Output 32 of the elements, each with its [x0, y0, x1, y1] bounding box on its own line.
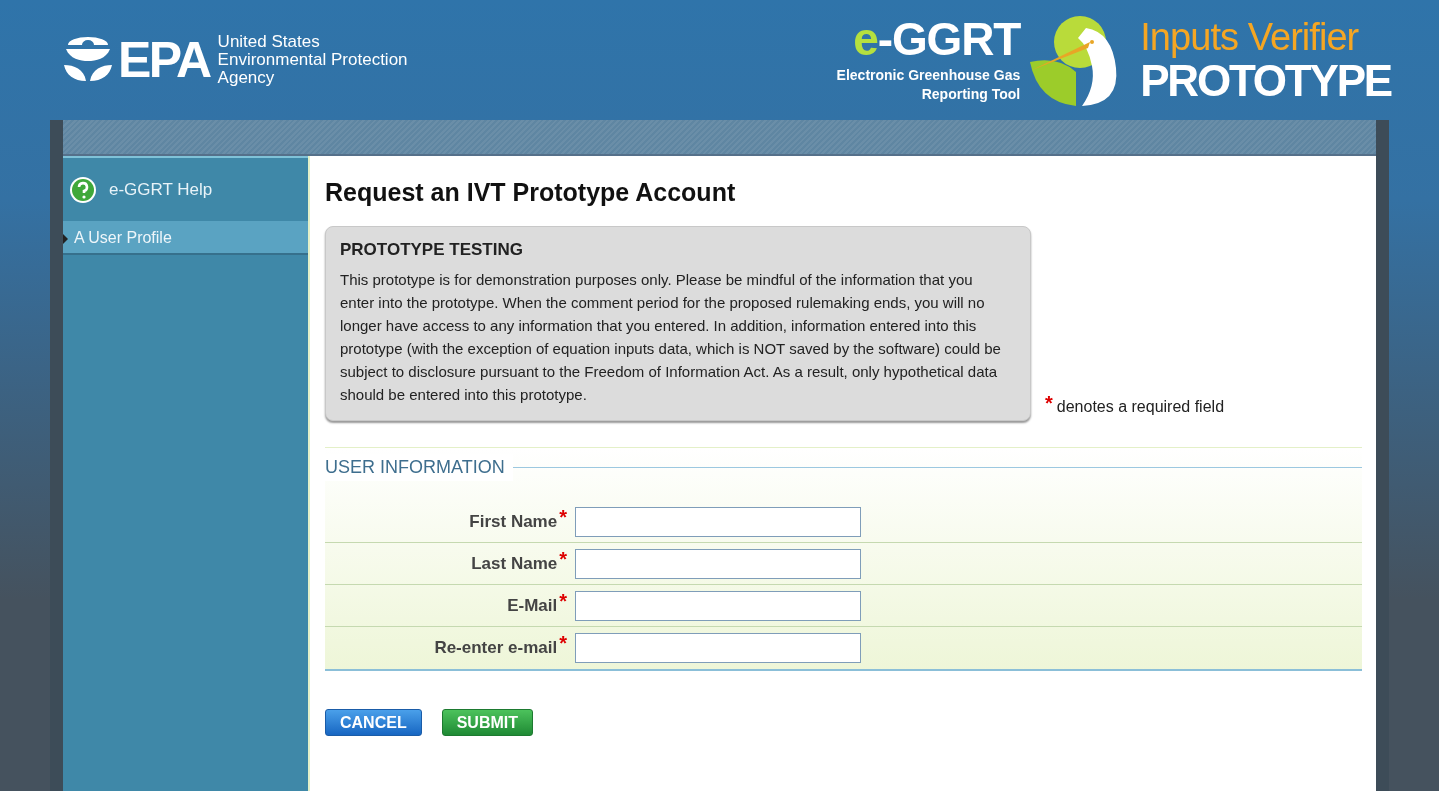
required-asterisk: * [559, 592, 567, 609]
product-title: Inputs Verifier [1140, 16, 1359, 58]
text-input-field[interactable] [575, 506, 861, 537]
help-icon [69, 175, 97, 204]
agency-emblem-icon [62, 37, 114, 83]
notice-text: This prototype is for demonstration purposes only. Please be mindful of the information that you enter into the prototype. When the comment period for the proposed rulemaking ends, you will no longer have access to any information that you entered. In addition, information entered into this prototype (with the exception of equation inputs data, which is NOT saved by the software) could be subject to disclosure pursuant to the Freedom of Information Act. As a result, only hypothetical data should be entered into this prototype. [340, 270, 1002, 405]
cancel-button[interactable]: CANCEL [325, 709, 422, 736]
required-asterisk: * [559, 550, 567, 567]
field-label: E-Mail [507, 594, 558, 617]
required-asterisk: * [559, 635, 567, 652]
text-input-field[interactable] [575, 548, 861, 579]
agency-name-line: United States [217, 33, 321, 51]
help-link[interactable]: e-GGRT Help [109, 176, 213, 203]
sidebar-item[interactable]: A User Profile [63, 221, 308, 255]
field-label: Last Name [471, 552, 558, 575]
required-asterisk: * [559, 508, 567, 525]
text-input-field[interactable] [575, 590, 861, 621]
agency-name-line: Agency [217, 69, 276, 87]
tagline-line: Electronic Greenhouse Gas [836, 66, 1021, 85]
field-label: Re-enter e-mail [434, 637, 558, 660]
agency-logo: EPA [118, 35, 210, 85]
product-logo: e-GGRT [853, 16, 1021, 62]
required-note: denotes a required field [1056, 397, 1225, 417]
submit-button[interactable]: SUBMIT [441, 709, 533, 736]
notice-title: PROTOTYPE TESTING [340, 238, 524, 261]
product-subtitle: PROTOTYPE [1140, 58, 1391, 104]
tagline-line: Reporting Tool [921, 85, 1021, 104]
text-input-field[interactable] [575, 633, 861, 663]
required-asterisk: * [1045, 395, 1053, 411]
agency-name-line: Environmental Protection [217, 51, 408, 69]
page-title: Request an IVT Prototype Account [325, 177, 737, 208]
field-label: First Name [469, 510, 558, 533]
